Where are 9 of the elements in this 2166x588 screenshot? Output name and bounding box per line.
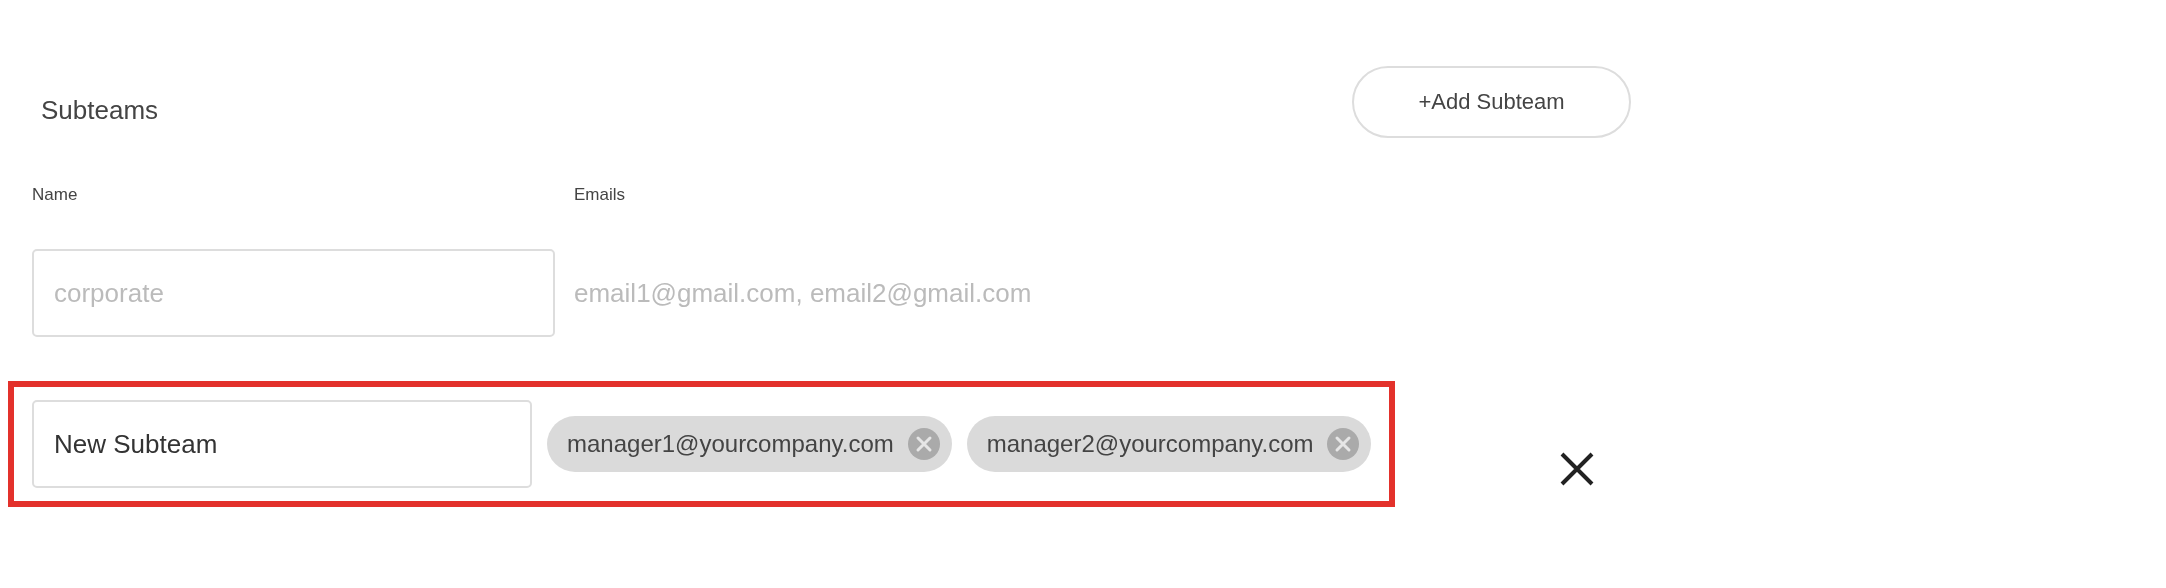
add-subteam-button[interactable]: +Add Subteam (1352, 66, 1631, 138)
section-title: Subteams (41, 94, 159, 126)
column-label: Emails (574, 185, 626, 205)
name-field[interactable]: New Subteam (32, 400, 532, 488)
emails-field[interactable]: email1@gmail.com, email2@gmail.com (574, 277, 1274, 309)
column-label: Name (32, 185, 79, 205)
name-field[interactable]: corporate (32, 249, 555, 337)
email-chip: manager2@yourcompany.com (966, 416, 1372, 472)
email-chip: manager1@yourcompany.com (547, 416, 952, 472)
